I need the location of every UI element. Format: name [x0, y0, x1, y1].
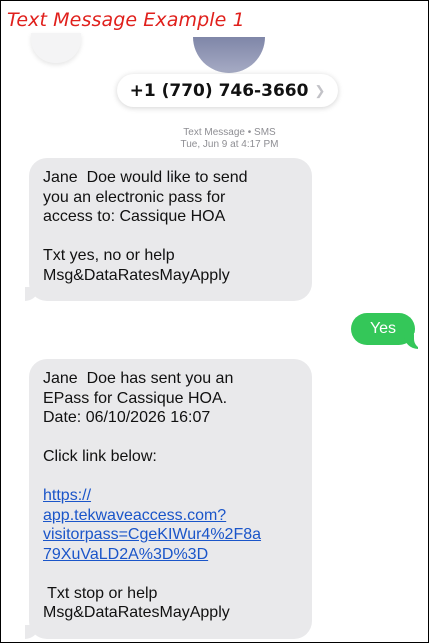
pass-link[interactable]: app.tekwaveaccess.com?: [43, 506, 298, 526]
contact-phone-number: +1 (770) 746-3660: [129, 80, 309, 101]
incoming-message-bubble[interactable]: Jane Doe would like to send you an elect…: [29, 158, 312, 301]
message-line: Jane Doe would like to send: [43, 169, 248, 186]
message-line: Jane Doe has sent you an: [43, 370, 234, 387]
message-line: EPass for Cassique HOA.: [43, 389, 228, 407]
pass-link[interactable]: visitorpass=CgeKIWur4%2F8a: [43, 525, 298, 545]
message-line: Msg&DataRatesMayApply: [43, 266, 230, 284]
message-line: Txt yes, no or help: [43, 247, 175, 264]
message-line: Msg&DataRatesMayApply: [43, 604, 230, 621]
message-timestamp: Tue, Jun 9 at 4:17 PM: [1, 139, 428, 150]
incoming-bubble-tail: [15, 623, 39, 639]
message-line: access to: Cassique HOA: [43, 208, 226, 225]
pass-link[interactable]: 79XuVaLD2A%3D%3D: [43, 545, 298, 565]
outgoing-bubble-tail: [404, 333, 424, 349]
message-line: Click link below:: [43, 448, 157, 465]
back-button-shadow[interactable]: [31, 33, 81, 63]
message-line: Txt stop or help: [43, 584, 158, 602]
screenshot-frame: Text Message Example 1 +1 (770) 746-3660…: [0, 0, 429, 643]
message-service-label: Text Message • SMS: [183, 127, 276, 138]
message-line: Date: 06/10/2026 16:07: [43, 409, 211, 426]
incoming-bubble-tail: [15, 285, 39, 301]
pass-link[interactable]: https://: [43, 486, 298, 506]
chevron-right-icon: ❯: [314, 82, 326, 98]
contact-avatar-icon[interactable]: [193, 37, 265, 73]
timestamp-date: Tue, Jun 9: [180, 139, 228, 150]
contact-header[interactable]: +1 (770) 746-3660 ❯: [117, 74, 338, 107]
message-line: you an electronic pass for: [43, 188, 226, 206]
timestamp-time: at 4:17 PM: [227, 139, 279, 150]
example-caption: Text Message Example 1: [7, 9, 245, 31]
incoming-message-bubble[interactable]: Jane Doe has sent you an EPass for Cassi…: [29, 359, 312, 639]
